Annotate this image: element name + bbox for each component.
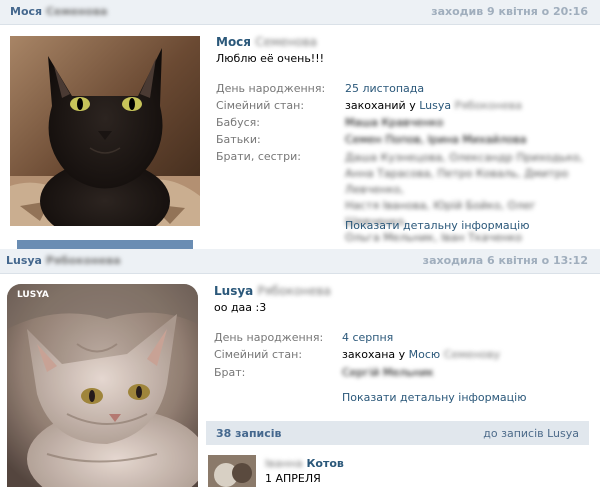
siblings-line[interactable]: Анна Тарасова, Петро Коваль, Дмитро Левч… [345, 166, 585, 198]
family-value: закоханий у Lusya Рябоконева [345, 99, 522, 112]
profile-name: Lusya Рябоконева [214, 284, 331, 298]
photo-watermark: LUSYA [17, 290, 49, 300]
wall-link[interactable]: до записів Lusya [483, 427, 579, 440]
grandma-value[interactable]: Маша Кравченко [345, 116, 443, 129]
profile-status: Люблю её очень!!! [216, 52, 325, 65]
birthday-label: День народження: [216, 82, 326, 95]
siblings-line[interactable]: Даша Кузнецова, Олександр Приходько, [345, 150, 585, 166]
birthday-value[interactable]: 25 листопада [345, 82, 424, 95]
family-value: закохана у Мосю Семенову [342, 348, 501, 361]
hidden-name: Іванна [265, 457, 303, 470]
hidden-surname: Рябоконева [257, 284, 331, 298]
post-text: 1 АПРЕЛЯ [265, 472, 321, 485]
grey-cat-image [7, 284, 198, 487]
family-label: Сімейний стан: [216, 99, 305, 112]
show-details-link[interactable]: Показати детальну інформацію [342, 391, 526, 404]
last-seen: заходила 6 квітня о 13:12 [422, 254, 588, 267]
siblings-label: Брати, сестри: [216, 150, 301, 163]
siblings-line[interactable]: Ольга Мельник, Іван Ткаченко [345, 230, 585, 246]
brother-value[interactable]: Сергій Мельник [342, 366, 434, 379]
family-person-link[interactable]: Мосю Семенову [409, 348, 500, 361]
show-details-link[interactable]: Показати детальну інформацію [345, 219, 529, 232]
family-label: Сімейний стан: [214, 348, 303, 361]
profile-header: Мося Семенова заходив 9 квітня о 20:16 [0, 0, 600, 25]
hidden-surname: Семенова [45, 5, 108, 18]
wall-header: 38 записів до записів Lusya [206, 421, 589, 445]
last-seen: заходив 9 квітня о 20:16 [431, 5, 588, 18]
parents-value[interactable]: Семен Попов, Ірина Михайлова [345, 133, 526, 146]
black-cat-image [10, 36, 200, 226]
profile-photo[interactable] [10, 36, 200, 226]
profile-status: оо даа :3 [214, 301, 267, 314]
hidden-surname: Семенова [255, 35, 318, 49]
wall-count[interactable]: 38 записів [216, 427, 282, 440]
avatar-image [208, 455, 256, 487]
grandma-label: Бабуся: [216, 116, 260, 129]
hidden-surname: Рябоконева [45, 254, 121, 267]
header-name[interactable]: Lusya Рябоконева [6, 254, 121, 267]
profile-header: Lusya Рябоконева заходила 6 квітня о 13:… [0, 249, 600, 274]
header-name[interactable]: Мося Семенова [10, 5, 107, 18]
post-avatar[interactable] [208, 455, 256, 487]
post-author[interactable]: Іванна Котов [265, 457, 344, 470]
parents-label: Батьки: [216, 133, 261, 146]
birthday-label: День народження: [214, 331, 324, 344]
profile-photo[interactable]: LUSYA [7, 284, 198, 487]
family-person-link[interactable]: Lusya Рябоконева [419, 99, 522, 112]
brother-label: Брат: [214, 366, 246, 379]
profile-name: Мося Семенова [216, 35, 318, 49]
birthday-value[interactable]: 4 серпня [342, 331, 393, 344]
